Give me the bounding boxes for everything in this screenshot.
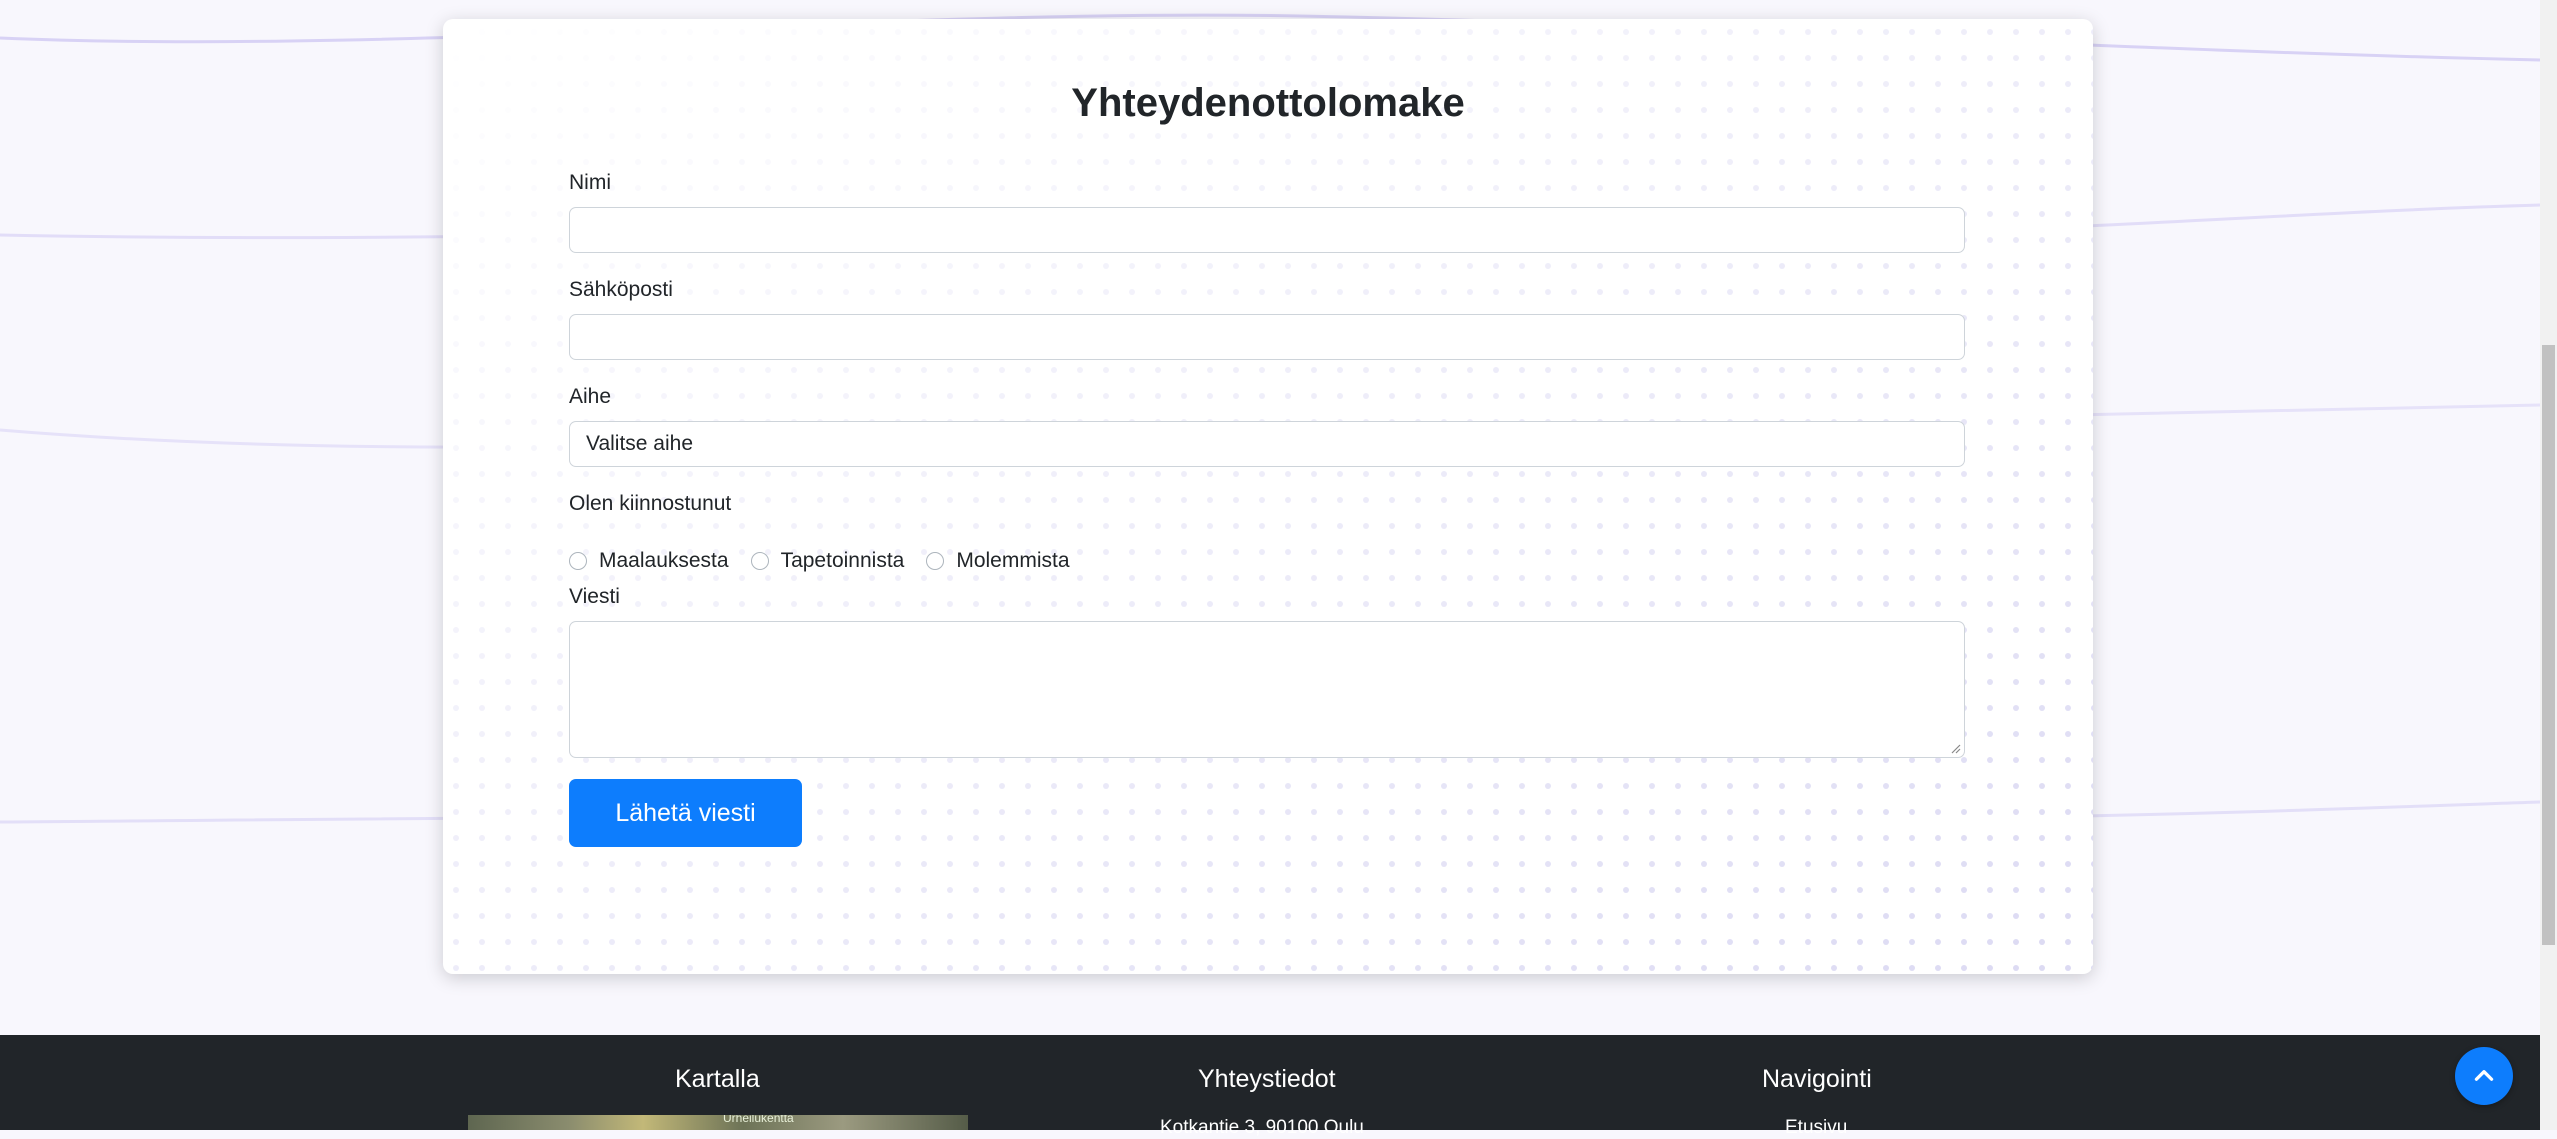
radio-button[interactable] [926,552,945,570]
subject-selected-value: Valitse aihe [586,432,694,455]
form-title: Yhteydenottolomake [1071,81,1465,125]
footer-map-heading: Kartalla [675,1065,760,1093]
message-label: Viesti [569,585,620,608]
interest-radio-group: Maalauksesta Tapetoinnista Molemmista [569,549,1092,573]
radio-option-both[interactable]: Molemmista [926,549,1070,573]
radio-label: Maalauksesta [599,549,729,572]
radio-option-painting[interactable]: Maalauksesta [569,549,729,573]
scroll-to-top-button[interactable] [2455,1047,2513,1105]
footer-nav-home-link[interactable]: Etusivu [1785,1117,1847,1139]
radio-button[interactable] [750,552,769,570]
email-input[interactable] [569,314,1965,360]
interest-label: Olen kiinnostunut [569,492,732,515]
submit-button[interactable]: Lähetä viesti [569,779,802,847]
name-label: Nimi [569,171,611,194]
radio-button[interactable] [569,552,587,570]
site-footer: Kartalla Urheilukenttä Yhteystiedot Kotk… [0,1035,2540,1138]
scrollbar-thumb[interactable] [2542,345,2555,945]
page-scrollbar[interactable] [2540,0,2557,1130]
chevron-up-icon [2474,1070,2494,1081]
radio-label: Molemmista [956,549,1070,572]
subject-label: Aihe [569,385,612,408]
map-preview[interactable]: Urheilukenttä [468,1115,968,1130]
contact-form-card: Yhteydenottolomake Nimi Sähköposti Aihe … [443,19,2093,974]
radio-option-wallpapering[interactable]: Tapetoinnista [750,549,905,573]
name-input[interactable] [569,207,1965,253]
map-place-label: Urheilukenttä [723,1115,794,1125]
footer-contact-heading: Yhteystiedot [1198,1065,1336,1093]
message-textarea[interactable] [569,621,1965,758]
footer-nav-heading: Navigointi [1762,1065,1872,1093]
resize-grip-icon[interactable] [1951,744,1961,754]
footer-address: Kotkantie 3, 90100 Oulu [1160,1117,1364,1138]
radio-label: Tapetoinnista [780,549,905,572]
email-label: Sähköposti [569,278,673,301]
subject-select[interactable]: Valitse aihe [569,421,1965,467]
